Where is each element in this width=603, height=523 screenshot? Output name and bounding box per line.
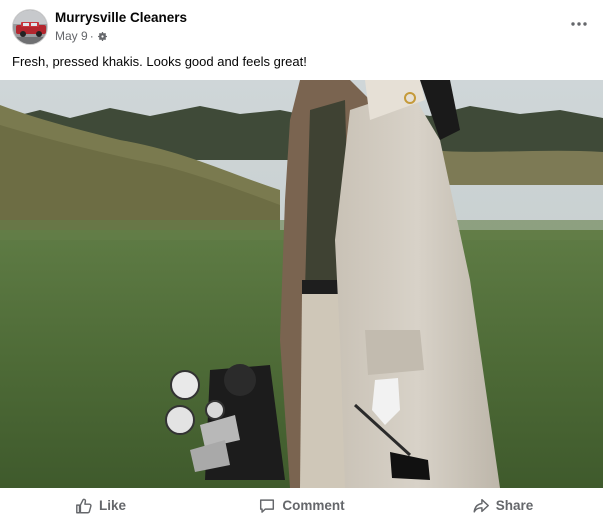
share-label: Share <box>495 498 534 513</box>
like-label: Like <box>98 498 126 513</box>
gear-icon[interactable] <box>97 31 108 42</box>
post-text: Fresh, pressed khakis. Looks good and fe… <box>12 54 307 69</box>
thumbs-up-icon <box>75 497 93 515</box>
like-button[interactable]: Like <box>0 488 201 523</box>
post-photo[interactable] <box>0 80 603 488</box>
meta-separator: · <box>89 29 94 43</box>
avatar[interactable] <box>12 9 48 45</box>
comment-button[interactable]: Comment <box>201 488 402 523</box>
post-header: Murrysville Cleaners May 9 · <box>0 0 603 50</box>
golf-course-photo <box>0 80 603 488</box>
post-actions: Like Comment Share <box>0 488 603 523</box>
avatar-image <box>13 10 47 44</box>
comment-label: Comment <box>282 498 345 513</box>
comment-icon <box>258 497 276 515</box>
feed-post: Murrysville Cleaners May 9 · Fresh, pres… <box>0 0 603 523</box>
post-date[interactable]: May 9 <box>55 29 88 43</box>
post-meta: May 9 · <box>55 29 108 43</box>
share-button[interactable]: Share <box>402 488 603 523</box>
more-horizontal-icon[interactable] <box>569 14 589 34</box>
page-name[interactable]: Murrysville Cleaners <box>55 10 187 25</box>
share-icon <box>472 497 490 515</box>
